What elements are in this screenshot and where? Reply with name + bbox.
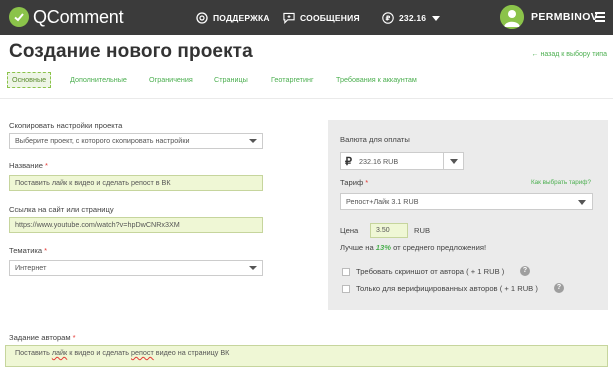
currency-dropdown-button[interactable] (443, 153, 463, 169)
copy-settings-value: Выберите проект, с которого скопировать … (15, 136, 190, 145)
screenshot-option-label[interactable]: Требовать скриншот от автора ( + 1 RUB ) (356, 267, 504, 276)
logo-check-icon (9, 7, 29, 27)
task-text-part: репост (131, 348, 154, 357)
price-label: Цена (340, 226, 359, 235)
tab-geotargeting[interactable]: Геотаргетинг (271, 72, 314, 88)
balance-value: 232.16 (399, 13, 427, 23)
required-mark: * (44, 161, 48, 170)
name-label-text: Название (9, 161, 43, 170)
copy-settings-select[interactable]: Выберите проект, с которого скопировать … (9, 133, 263, 149)
tab-restrictions[interactable]: Ограничения (149, 72, 193, 88)
better-suffix: от среднего предложения! (393, 243, 487, 252)
nav-support-label: ПОДДЕРЖКА (213, 13, 270, 23)
payment-panel: Валюта для оплаты ₽ 232.16 RUB Тариф * Ка… (328, 120, 608, 310)
nav-messages[interactable]: СООБЩЕНИЯ (283, 10, 360, 26)
page-title: Создание нового проекта (9, 41, 253, 62)
tariff-label-text: Тариф (340, 178, 364, 187)
verified-checkbox[interactable] (342, 285, 350, 293)
better-offer-text: Лучше на 13% от среднего предложения! (340, 243, 486, 252)
ruble-icon: ₽ (345, 156, 352, 168)
task-text-part: видео на страницу ВК (153, 348, 230, 357)
nav-support[interactable]: ПОДДЕРЖКА (196, 10, 270, 26)
screenshot-checkbox[interactable] (342, 268, 350, 276)
better-prefix: Лучше на (340, 243, 374, 252)
top-bar: QComment ПОДДЕРЖКА СООБЩЕНИЯ ₽ 232.16 PE… (0, 0, 613, 35)
price-input[interactable]: 3.50 (370, 223, 408, 238)
task-text-part: к видео и сделать (67, 348, 131, 357)
tab-account-requirements[interactable]: Требования к аккаунтам (336, 72, 417, 88)
tab-main[interactable]: Основные (7, 72, 52, 88)
tariff-select[interactable]: Репост+Лайк 3.1 RUB (340, 193, 593, 210)
tab-pages[interactable]: Страницы (214, 72, 248, 88)
support-icon (196, 12, 208, 24)
url-input[interactable]: https://www.youtube.com/watch?v=hpDwCNRx… (9, 217, 263, 233)
help-icon[interactable]: ? (554, 283, 564, 293)
username[interactable]: PERMBINOV (531, 11, 598, 23)
url-label: Ссылка на сайт или страницу (9, 205, 114, 214)
topic-label-text: Тематика (9, 246, 43, 255)
task-label: Задание авторам * (9, 333, 76, 342)
better-percent: 13% (375, 243, 391, 252)
name-label: Название * (9, 161, 48, 170)
task-label-text: Задание авторам (9, 333, 71, 342)
currency-label: Валюта для оплаты (340, 135, 410, 144)
ruble-icon: ₽ (382, 12, 394, 24)
tab-additional[interactable]: Дополнительные (70, 72, 127, 88)
chevron-down-icon (578, 200, 586, 205)
currency-value: 232.16 RUB (359, 157, 399, 166)
currency-select[interactable]: ₽ 232.16 RUB (340, 152, 464, 170)
copy-settings-label: Скопировать настройки проекта (9, 121, 123, 130)
task-text-part: лайк (51, 348, 68, 357)
balance[interactable]: ₽ 232.16 (382, 10, 441, 26)
chevron-down-icon (249, 139, 257, 143)
avatar[interactable] (500, 5, 524, 29)
topic-select[interactable]: Интернет (9, 260, 263, 276)
chevron-down-icon (249, 266, 257, 270)
tariff-label: Тариф * (340, 178, 368, 187)
required-mark: * (72, 333, 76, 342)
help-icon[interactable]: ? (520, 266, 530, 276)
price-unit: RUB (414, 226, 431, 235)
hamburger-menu-icon[interactable] (595, 12, 605, 22)
chevron-down-icon (432, 15, 441, 21)
nav-messages-label: СООБЩЕНИЯ (300, 13, 360, 23)
logo[interactable]: QComment (9, 6, 124, 28)
required-mark: * (365, 178, 369, 187)
svg-text:₽: ₽ (385, 15, 390, 23)
tariff-value: Репост+Лайк 3.1 RUB (346, 197, 419, 206)
divider (0, 98, 613, 99)
name-input[interactable]: Поставить лайк к видео и сделать репост … (9, 175, 263, 191)
task-textarea[interactable]: Поставить лайк к видео и сделать репост … (5, 345, 608, 367)
back-to-type-link[interactable]: ← назад к выбору типа (532, 51, 607, 58)
chevron-down-icon (450, 159, 458, 164)
topic-label: Тематика * (9, 246, 47, 255)
logo-text: QComment (33, 6, 124, 27)
task-text-part: Поставить (15, 348, 52, 357)
required-mark: * (44, 246, 48, 255)
topic-value: Интернет (15, 263, 47, 272)
how-to-choose-tariff-link[interactable]: Как выбрать тариф? (531, 179, 591, 186)
verified-option-label[interactable]: Только для верифицированных авторов ( + … (356, 284, 538, 293)
message-icon (283, 12, 295, 24)
